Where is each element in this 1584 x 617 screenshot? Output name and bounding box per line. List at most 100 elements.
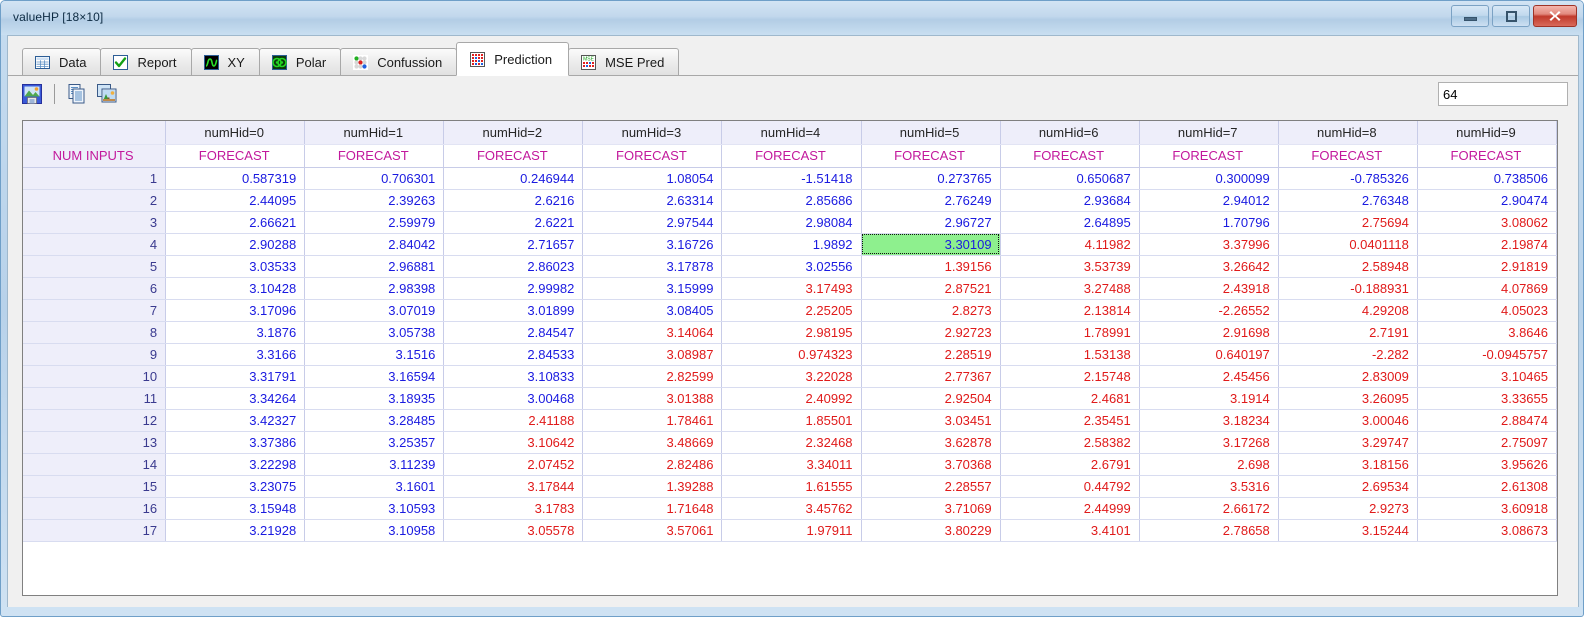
forecast-cell[interactable]: 2.9273 xyxy=(1278,497,1418,520)
forecast-cell[interactable]: 2.07452 xyxy=(443,453,584,476)
row-index-cell[interactable]: 9 xyxy=(23,343,167,366)
forecast-cell[interactable]: 3.10833 xyxy=(443,365,584,388)
forecast-cell[interactable]: 3.17844 xyxy=(443,475,584,498)
forecast-cell[interactable]: 2.39263 xyxy=(304,189,445,212)
column-header[interactable]: numHid=2 xyxy=(443,121,584,145)
forecast-cell[interactable]: 1.71648 xyxy=(582,497,723,520)
forecast-cell[interactable]: 2.88474 xyxy=(1417,409,1557,432)
forecast-cell[interactable]: 3.34264 xyxy=(165,387,306,410)
forecast-cell[interactable]: 3.1783 xyxy=(443,497,584,520)
forecast-cell[interactable]: 3.22028 xyxy=(721,365,862,388)
forecast-cell[interactable]: 0.706301 xyxy=(304,167,445,190)
forecast-cell[interactable]: 2.82486 xyxy=(582,453,723,476)
row-index-cell[interactable]: 14 xyxy=(23,453,167,476)
tab-data[interactable]: Data xyxy=(22,48,102,76)
column-header[interactable]: numHid=1 xyxy=(304,121,445,145)
row-index-cell[interactable]: 2 xyxy=(23,189,167,212)
forecast-cell[interactable]: 3.31791 xyxy=(165,365,306,388)
row-index-cell[interactable]: 8 xyxy=(23,321,167,344)
maximize-button[interactable] xyxy=(1492,5,1530,27)
forecast-cell[interactable]: -1.51418 xyxy=(721,167,862,190)
row-index-cell[interactable]: 7 xyxy=(23,299,167,322)
forecast-cell[interactable]: 0.300099 xyxy=(1139,167,1279,190)
forecast-cell[interactable]: 2.90288 xyxy=(165,233,306,256)
prediction-table-panel[interactable]: numHid=0 numHid=1 numHid=2 numHid=3 numHid=4… xyxy=(22,120,1558,596)
column-header[interactable]: numHid=9 xyxy=(1417,121,1557,145)
forecast-cell[interactable]: 3.08062 xyxy=(1417,211,1557,234)
forecast-cell[interactable]: -0.0945757 xyxy=(1417,343,1557,366)
forecast-cell[interactable]: 2.86023 xyxy=(443,255,584,278)
forecast-cell[interactable]: 2.32468 xyxy=(721,431,862,454)
forecast-cell[interactable]: 2.66621 xyxy=(165,211,306,234)
tab-prediction[interactable]: Prediction xyxy=(456,42,570,76)
forecast-cell[interactable]: 1.39288 xyxy=(582,475,723,498)
row-index-cell[interactable]: 5 xyxy=(23,255,167,278)
column-header[interactable]: numHid=4 xyxy=(721,121,862,145)
forecast-cell[interactable]: 3.10593 xyxy=(304,497,445,520)
forecast-cell[interactable]: 1.08054 xyxy=(582,167,723,190)
copy-button[interactable] xyxy=(64,81,90,107)
forecast-cell[interactable]: 2.45456 xyxy=(1139,365,1279,388)
forecast-cell[interactable]: 3.10642 xyxy=(443,431,584,454)
forecast-cell[interactable]: 2.15748 xyxy=(1000,365,1140,388)
forecast-cell[interactable]: 3.5316 xyxy=(1139,475,1279,498)
forecast-cell[interactable]: 2.71657 xyxy=(443,233,584,256)
forecast-cell[interactable]: 2.63314 xyxy=(582,189,723,212)
tab-confussion[interactable]: Confussion xyxy=(340,48,458,76)
forecast-cell[interactable]: 2.44999 xyxy=(1000,497,1140,520)
forecast-cell[interactable]: 1.39156 xyxy=(861,255,1001,278)
forecast-cell[interactable]: 3.16726 xyxy=(582,233,723,256)
column-header[interactable]: numHid=5 xyxy=(861,121,1001,145)
forecast-cell[interactable]: 0.246944 xyxy=(443,167,584,190)
forecast-cell[interactable]: 2.91698 xyxy=(1139,321,1279,344)
forecast-cell[interactable]: 3.26095 xyxy=(1278,387,1418,410)
forecast-cell[interactable]: 1.85501 xyxy=(721,409,862,432)
forecast-cell[interactable]: 3.18156 xyxy=(1278,453,1418,476)
forecast-cell[interactable]: 3.03451 xyxy=(861,409,1001,432)
forecast-cell[interactable]: 2.40992 xyxy=(721,387,862,410)
forecast-cell[interactable]: 3.3166 xyxy=(165,343,306,366)
forecast-cell[interactable]: 3.17268 xyxy=(1139,431,1279,454)
forecast-cell[interactable]: 3.95626 xyxy=(1417,453,1557,476)
forecast-cell[interactable]: 4.29208 xyxy=(1278,299,1418,322)
forecast-cell[interactable]: 2.13814 xyxy=(1000,299,1140,322)
forecast-cell[interactable]: 3.34011 xyxy=(721,453,862,476)
forecast-cell[interactable]: 3.17096 xyxy=(165,299,306,322)
forecast-cell[interactable]: 2.96881 xyxy=(304,255,445,278)
row-index-cell[interactable]: 11 xyxy=(23,387,167,410)
forecast-cell[interactable]: 2.93684 xyxy=(1000,189,1140,212)
forecast-cell[interactable]: 3.42327 xyxy=(165,409,306,432)
forecast-cell[interactable]: 2.84042 xyxy=(304,233,445,256)
forecast-cell[interactable]: 0.974323 xyxy=(721,343,862,366)
column-header[interactable]: numHid=7 xyxy=(1139,121,1279,145)
forecast-cell[interactable]: 3.57061 xyxy=(582,519,723,542)
forecast-cell[interactable]: 3.08673 xyxy=(1417,519,1557,542)
forecast-cell[interactable]: 1.61555 xyxy=(721,475,862,498)
forecast-cell[interactable]: 3.15244 xyxy=(1278,519,1418,542)
forecast-cell[interactable]: 1.70796 xyxy=(1139,211,1279,234)
forecast-cell[interactable]: 0.587319 xyxy=(165,167,306,190)
forecast-cell[interactable]: 2.87521 xyxy=(861,277,1001,300)
forecast-cell[interactable]: 3.23075 xyxy=(165,475,306,498)
forecast-cell[interactable]: 3.80229 xyxy=(861,519,1001,542)
forecast-cell[interactable]: 3.17493 xyxy=(721,277,862,300)
row-index-cell[interactable]: 10 xyxy=(23,365,167,388)
forecast-cell[interactable]: 3.08405 xyxy=(582,299,723,322)
forecast-cell[interactable]: 3.48669 xyxy=(582,431,723,454)
forecast-cell[interactable]: 3.15999 xyxy=(582,277,723,300)
forecast-cell[interactable]: 2.35451 xyxy=(1000,409,1140,432)
forecast-cell[interactable]: 2.44095 xyxy=(165,189,306,212)
forecast-cell[interactable]: 3.4101 xyxy=(1000,519,1140,542)
forecast-cell[interactable]: 3.33655 xyxy=(1417,387,1557,410)
forecast-cell[interactable]: 3.05578 xyxy=(443,519,584,542)
forecast-cell[interactable]: 2.58382 xyxy=(1000,431,1140,454)
forecast-cell[interactable]: 3.29747 xyxy=(1278,431,1418,454)
tab-polar[interactable]: Polar xyxy=(258,48,342,76)
tab-xy[interactable]: XY xyxy=(190,48,260,76)
close-button[interactable] xyxy=(1533,5,1577,27)
forecast-cell[interactable]: 2.8273 xyxy=(861,299,1001,322)
row-index-cell[interactable]: 13 xyxy=(23,431,167,454)
forecast-cell[interactable]: 2.78658 xyxy=(1139,519,1279,542)
copy-image-button[interactable] xyxy=(94,81,120,107)
forecast-cell[interactable]: 0.273765 xyxy=(861,167,1001,190)
